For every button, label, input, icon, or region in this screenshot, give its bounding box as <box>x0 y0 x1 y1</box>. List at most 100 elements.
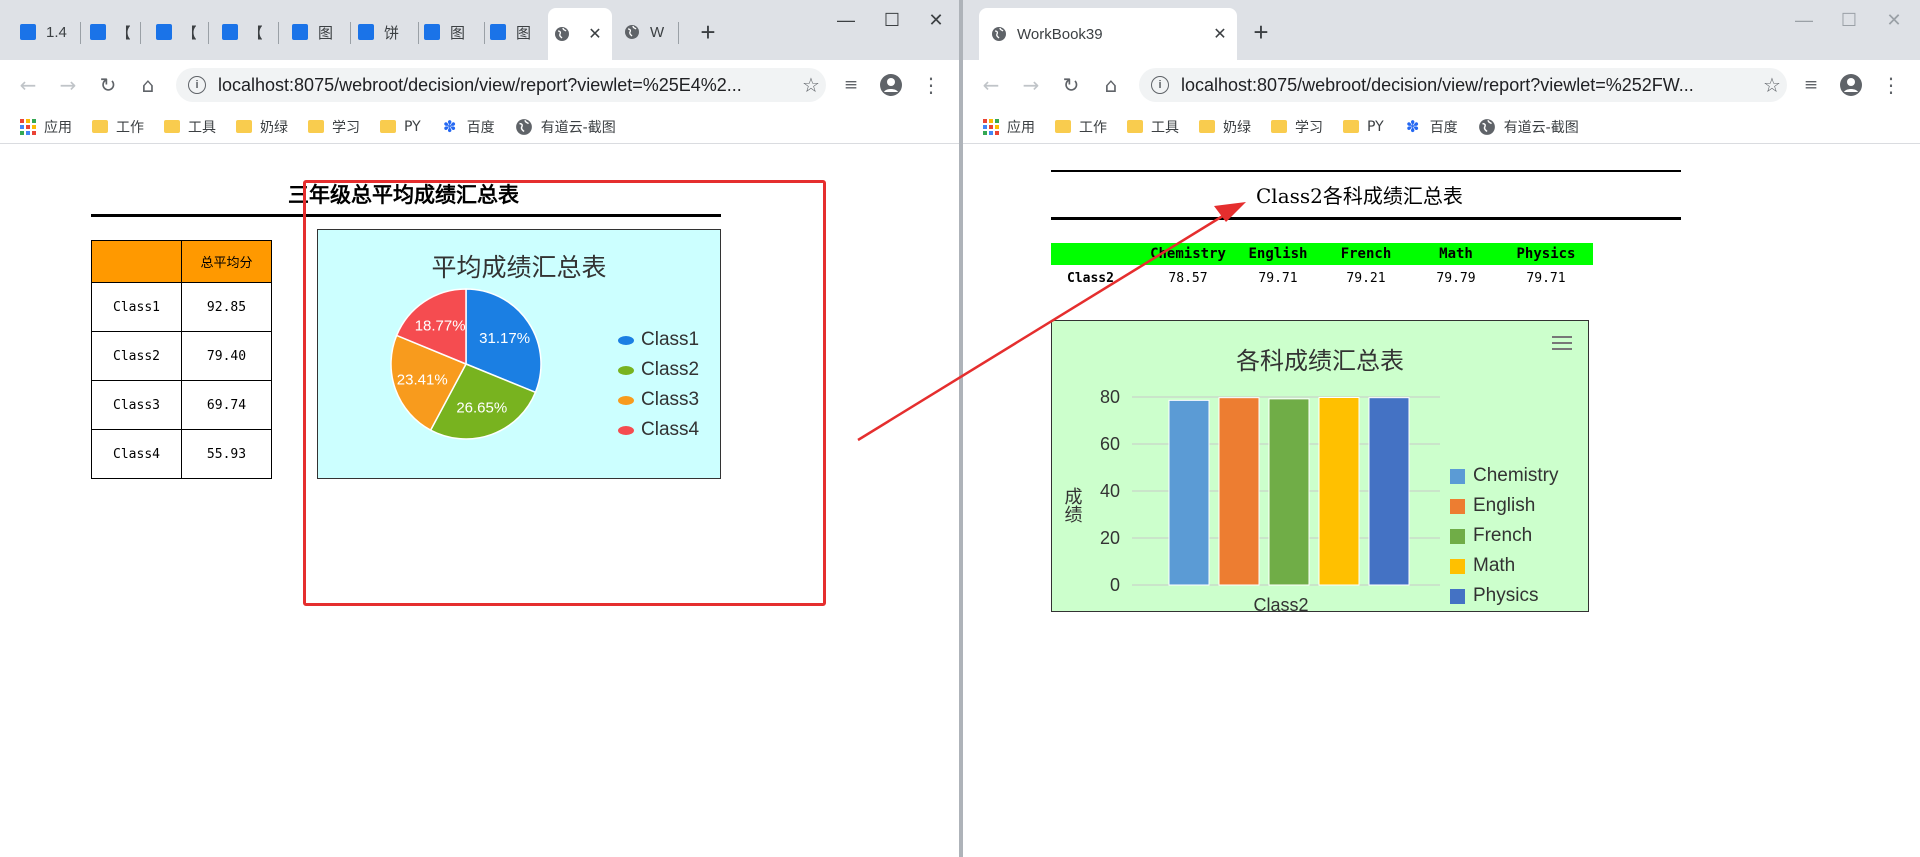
report-title: Class2各科成绩汇总表 <box>1256 184 1463 208</box>
tab-8[interactable]: 图 <box>484 12 544 52</box>
bookmark-py[interactable]: PY <box>380 119 421 135</box>
legend-swatch <box>1450 468 1465 484</box>
close-window-button[interactable]: ✕ <box>1871 0 1917 40</box>
y-tick-label: 80 <box>1100 387 1120 407</box>
average-score-table: 总平均分 Class1 92.85 Class2 79.40 Class3 69.74… <box>91 240 272 479</box>
maximize-button[interactable]: ☐ <box>1826 0 1872 40</box>
close-tab-icon[interactable]: ✕ <box>1209 23 1231 45</box>
legend-label: English <box>1473 495 1536 516</box>
back-button[interactable]: ← <box>13 70 43 100</box>
bookmark-star-icon[interactable]: ☆ <box>796 73 826 97</box>
maximize-button[interactable]: ☐ <box>869 0 915 40</box>
home-button[interactable]: ⌂ <box>133 70 163 100</box>
site-info-icon[interactable]: i <box>1151 76 1169 94</box>
y-axis-label: 成绩 <box>1062 487 1083 523</box>
legend-item-physics[interactable]: Physics <box>1450 581 1559 611</box>
forward-button[interactable]: → <box>1016 70 1046 100</box>
url-text[interactable]: localhost:8075/webroot/decision/view/rep… <box>1181 75 1757 96</box>
apps-grid-icon <box>983 118 999 135</box>
address-bar[interactable]: i localhost:8075/webroot/decision/view/r… <box>1139 68 1787 102</box>
more-menu-icon[interactable]: ⋮ <box>916 70 946 100</box>
folder-icon <box>1199 120 1215 133</box>
bookmark-youdao[interactable]: 有道云-截图 <box>1478 117 1579 137</box>
legend-item-french[interactable]: French <box>1450 521 1559 551</box>
tab-7[interactable]: 图 <box>418 12 478 52</box>
legend-item-english[interactable]: English <box>1450 491 1559 521</box>
fr-report-icon <box>222 24 238 40</box>
close-window-button[interactable]: ✕ <box>913 0 959 40</box>
fr-report-icon <box>156 24 172 40</box>
baidu-paw-icon: ✽ <box>1405 116 1420 136</box>
bookmark-study[interactable]: 学习 <box>1271 117 1323 137</box>
new-tab-button[interactable]: + <box>1245 16 1277 48</box>
legend-item-math[interactable]: Math <box>1450 551 1559 581</box>
minimize-button[interactable]: — <box>1781 0 1827 40</box>
new-tab-button[interactable]: + <box>692 16 724 48</box>
bookmark-milkgreen[interactable]: 奶绿 <box>1199 117 1251 137</box>
folder-icon <box>92 120 108 133</box>
bookmarks-bar: 应用 工作 工具 奶绿 学习 PY ✽ 百度 有道云-截图 <box>963 110 1920 144</box>
tab-6[interactable]: 饼 <box>352 12 412 52</box>
site-info-icon[interactable]: i <box>188 76 206 94</box>
folder-icon <box>236 120 252 133</box>
tab-10[interactable]: W <box>618 12 674 52</box>
back-button[interactable]: ← <box>976 70 1006 100</box>
globe-icon <box>515 118 532 135</box>
bar-chart-panel: 各科成绩汇总表 0 20 40 60 80 成绩 Class2 Chemistry Engli… <box>1051 320 1589 613</box>
bar-english[interactable] <box>1218 397 1260 586</box>
bookmark-apps[interactable]: 应用 <box>983 117 1035 137</box>
bookmark-py[interactable]: PY <box>1343 119 1384 135</box>
fr-report-icon <box>90 24 106 40</box>
bookmark-apps[interactable]: 应用 <box>20 117 72 137</box>
reload-button[interactable]: ↻ <box>1056 70 1086 100</box>
reload-button[interactable]: ↻ <box>93 70 123 100</box>
x-category-label: Class2 <box>1253 595 1308 613</box>
folder-icon <box>1271 120 1287 133</box>
bookmark-tools[interactable]: 工具 <box>1127 117 1179 137</box>
bookmark-work[interactable]: 工作 <box>92 117 144 137</box>
bookmark-work[interactable]: 工作 <box>1055 117 1107 137</box>
bar-math[interactable] <box>1318 396 1360 586</box>
bar-chemistry[interactable] <box>1168 399 1210 586</box>
bookmark-tools[interactable]: 工具 <box>164 117 216 137</box>
media-control-icon[interactable]: ≡ <box>1796 70 1826 100</box>
legend-item-chemistry[interactable]: Chemistry <box>1450 461 1559 491</box>
table-row: Class3 69.74 <box>91 380 272 430</box>
left-browser-window: 1.4 【 【 【 图 饼 图 图 ✕ W + — ☐ ✕ ← → ↻ ⌂ i … <box>0 0 959 857</box>
minimize-button[interactable]: — <box>823 0 869 40</box>
media-control-icon[interactable]: ≡ <box>836 70 866 100</box>
home-button[interactable]: ⌂ <box>1096 70 1126 100</box>
y-tick-label: 20 <box>1100 528 1120 548</box>
bar-french[interactable] <box>1268 398 1310 586</box>
table-row: Class2 79.40 <box>91 331 272 381</box>
tab-4[interactable]: 【 <box>216 12 268 52</box>
left-report-page: 三年级总平均成绩汇总表 总平均分 Class1 92.85 Class2 79.40… <box>0 145 959 857</box>
folder-icon <box>380 120 396 133</box>
bookmark-youdao[interactable]: 有道云-截图 <box>515 117 616 137</box>
bookmark-baidu[interactable]: ✽ 百度 <box>441 117 495 137</box>
tab-workbook39[interactable]: WorkBook39 ✕ <box>979 8 1237 60</box>
url-text[interactable]: localhost:8075/webroot/decision/view/rep… <box>218 75 796 96</box>
bar-physics[interactable] <box>1368 397 1410 586</box>
baidu-paw-icon: ✽ <box>442 116 457 136</box>
bookmark-star-icon[interactable]: ☆ <box>1757 73 1787 97</box>
address-bar[interactable]: i localhost:8075/webroot/decision/view/r… <box>176 68 826 102</box>
profile-avatar-icon[interactable] <box>1836 70 1866 100</box>
tab-3[interactable]: 【 <box>150 12 202 52</box>
tab-2[interactable]: 【 <box>84 12 136 52</box>
legend-swatch <box>1450 558 1465 574</box>
tab-1[interactable]: 1.4 <box>14 12 76 52</box>
apps-grid-icon <box>20 118 36 135</box>
forward-button[interactable]: → <box>53 70 83 100</box>
more-menu-icon[interactable]: ⋮ <box>1876 70 1906 100</box>
profile-avatar-icon[interactable] <box>876 70 906 100</box>
bookmark-study[interactable]: 学习 <box>308 117 360 137</box>
tab-active[interactable]: ✕ <box>548 8 612 60</box>
bookmark-baidu[interactable]: ✽ 百度 <box>1404 117 1458 137</box>
tab-5[interactable]: 图 <box>286 12 346 52</box>
legend-swatch <box>1450 588 1465 604</box>
fr-report-icon <box>490 24 506 40</box>
globe-icon <box>555 27 569 41</box>
close-tab-icon[interactable]: ✕ <box>584 23 606 45</box>
bookmark-milkgreen[interactable]: 奶绿 <box>236 117 288 137</box>
